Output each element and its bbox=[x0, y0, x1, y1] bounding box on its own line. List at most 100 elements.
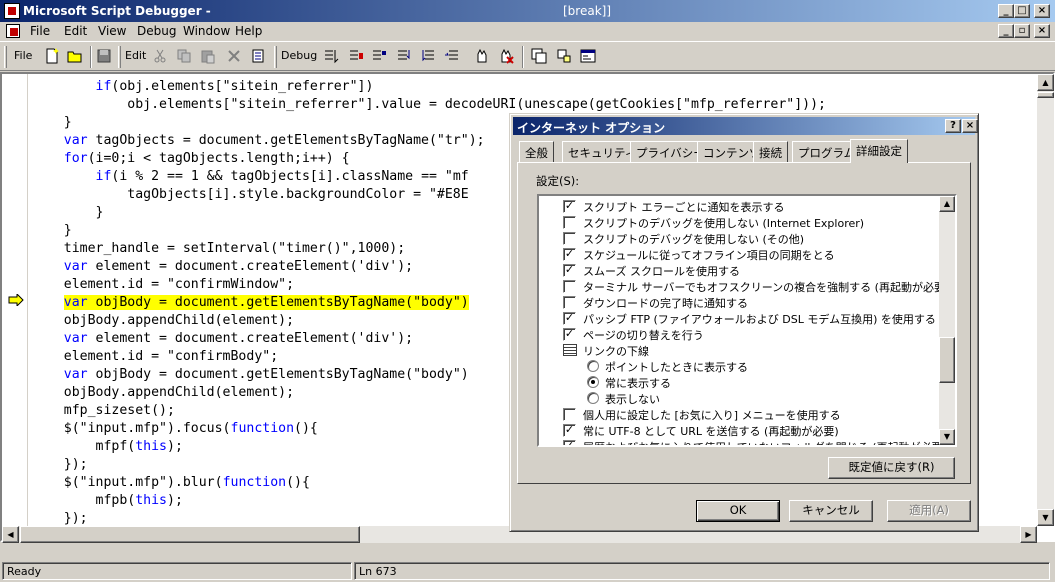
settings-item-label: ターミナル サーバーでもオフスクリーンの複合を強制する (再起動が必要) bbox=[583, 281, 950, 294]
settings-item[interactable]: ✓ スムーズ スクロールを使用する bbox=[543, 262, 941, 278]
open-folder-icon[interactable] bbox=[67, 48, 83, 64]
menu-debug[interactable]: Debug bbox=[137, 24, 176, 38]
breakpoint-gutter[interactable] bbox=[2, 74, 28, 542]
toolbar-grip[interactable] bbox=[274, 46, 277, 68]
code-line[interactable]: obj.elements["sitein_referrer"].value = … bbox=[32, 96, 1032, 114]
settings-item[interactable]: スクリプトのデバッグを使用しない (Internet Explorer) bbox=[543, 214, 941, 230]
restore-defaults-button[interactable]: 既定値に戻す(R) bbox=[828, 457, 955, 479]
settings-item[interactable]: ダウンロードの完了時に通知する bbox=[543, 294, 941, 310]
checkbox-checked[interactable]: ✓ bbox=[563, 264, 576, 277]
copy-icon[interactable] bbox=[176, 48, 192, 64]
code-keyword: if bbox=[95, 79, 112, 94]
settings-list[interactable]: ✓ スクリプト エラーごとに通知を表示する スクリプトのデバッグを使用しない (In… bbox=[537, 194, 957, 447]
running-documents-icon[interactable] bbox=[531, 48, 547, 64]
menu-view[interactable]: View bbox=[98, 24, 126, 38]
checkbox-checked[interactable]: ✓ bbox=[563, 328, 576, 341]
settings-scroll-up-button[interactable]: ▲ bbox=[939, 196, 955, 212]
settings-item[interactable]: ターミナル サーバーでもオフスクリーンの複合を強制する (再起動が必要) bbox=[543, 278, 949, 294]
settings-item[interactable]: ✓ 常に UTF-8 として URL を送信する (再起動が必要) bbox=[543, 422, 941, 438]
code-line[interactable]: if(obj.elements["sitein_referrer"]) bbox=[32, 78, 1032, 96]
paste-icon[interactable] bbox=[200, 48, 216, 64]
toolbar-grip[interactable] bbox=[118, 46, 121, 68]
clear-breakpoints-icon[interactable] bbox=[498, 48, 514, 64]
doc-minimize-button[interactable]: _ bbox=[998, 24, 1014, 38]
settings-scrollbar[interactable]: ▲ ▼ bbox=[939, 196, 955, 445]
checkbox-unchecked[interactable] bbox=[563, 232, 576, 245]
settings-scroll-thumb[interactable] bbox=[939, 337, 955, 383]
step-over-icon[interactable] bbox=[420, 48, 436, 64]
command-window-icon[interactable] bbox=[580, 48, 596, 64]
settings-item[interactable]: スクリプトのデバッグを使用しない (その他) bbox=[543, 230, 941, 246]
hscroll-thumb[interactable] bbox=[20, 526, 360, 543]
doc-restore-button[interactable]: ▫ bbox=[1014, 24, 1030, 38]
apply-button[interactable]: 適用(A) bbox=[887, 500, 971, 522]
settings-item[interactable]: ✓ スクリプト エラーごとに通知を表示する bbox=[543, 198, 941, 214]
menu-window[interactable]: Window bbox=[183, 24, 230, 38]
cut-icon[interactable] bbox=[152, 48, 168, 64]
checkbox-unchecked[interactable] bbox=[563, 216, 576, 229]
tab-advanced[interactable]: 詳細設定 bbox=[850, 139, 908, 163]
dialog-close-button[interactable]: × bbox=[962, 119, 978, 133]
stop-debugging-icon[interactable] bbox=[371, 48, 387, 64]
radio-selected[interactable] bbox=[587, 376, 599, 388]
settings-item-label: ポイントしたときに表示する bbox=[605, 361, 748, 374]
scroll-up-button[interactable]: ▲ bbox=[1037, 74, 1054, 91]
code-text: (){ bbox=[286, 475, 310, 490]
cancel-button[interactable]: キャンセル bbox=[789, 500, 873, 522]
code-text: mfpf( bbox=[95, 439, 136, 454]
settings-item[interactable]: リンクの下線 bbox=[543, 342, 941, 358]
checkbox-checked[interactable]: ✓ bbox=[563, 200, 576, 213]
settings-item[interactable]: ✓ ページの切り替えを行う bbox=[543, 326, 941, 342]
settings-scroll-down-button[interactable]: ▼ bbox=[939, 429, 955, 445]
settings-item[interactable]: 表示しない bbox=[543, 390, 941, 406]
settings-item[interactable]: ポイントしたときに表示する bbox=[543, 358, 941, 374]
break-at-next-icon[interactable] bbox=[348, 48, 364, 64]
code-text: element = document.createElement('div'); bbox=[87, 331, 414, 346]
settings-item[interactable]: ✓ パッシブ FTP (ファイアウォールおよび DSL モデム互換用) を使用する bbox=[543, 310, 941, 326]
settings-item-label: ダウンロードの完了時に通知する bbox=[583, 297, 748, 310]
call-stack-icon[interactable] bbox=[556, 48, 572, 64]
doc-close-button[interactable]: × bbox=[1034, 24, 1050, 38]
close-button[interactable]: × bbox=[1034, 4, 1050, 18]
scroll-down-button[interactable]: ▼ bbox=[1037, 509, 1054, 526]
scroll-right-button[interactable]: ▶ bbox=[1020, 526, 1037, 543]
save-icon[interactable] bbox=[96, 48, 112, 64]
settings-item[interactable]: 個人用に設定した [お気に入り] メニューを使用する bbox=[543, 406, 941, 422]
settings-item[interactable]: ✓ 履歴およびお気に入りで使用していないフォルダを閉じる (再起動が必要) bbox=[543, 438, 947, 445]
tab-connections[interactable]: 接続 bbox=[753, 141, 788, 162]
checkbox-checked[interactable]: ✓ bbox=[563, 312, 576, 325]
document-icon[interactable] bbox=[6, 24, 20, 38]
step-out-icon[interactable] bbox=[444, 48, 460, 64]
help-button[interactable]: ? bbox=[945, 119, 961, 133]
checkbox-checked[interactable]: ✓ bbox=[563, 440, 576, 445]
radio-unselected[interactable] bbox=[587, 392, 599, 404]
toolbar-grip[interactable] bbox=[4, 46, 7, 68]
run-icon[interactable] bbox=[323, 48, 339, 64]
settings-item[interactable]: 常に表示する bbox=[543, 374, 941, 390]
settings-item[interactable]: ✓ スケジュールに従ってオフライン項目の同期をとる bbox=[543, 246, 941, 262]
checkbox-checked[interactable]: ✓ bbox=[563, 424, 576, 437]
menu-file[interactable]: File bbox=[30, 24, 50, 38]
checkbox-unchecked[interactable] bbox=[563, 280, 576, 293]
vertical-scrollbar[interactable]: ▲ ▼ bbox=[1037, 74, 1054, 526]
settings-item-label: ページの切り替えを行う bbox=[583, 329, 704, 342]
checkbox-unchecked[interactable] bbox=[563, 296, 576, 309]
ok-button[interactable]: OK bbox=[696, 500, 780, 522]
debugger-app-icon[interactable] bbox=[4, 3, 20, 19]
menu-edit[interactable]: Edit bbox=[64, 24, 87, 38]
minimize-button[interactable]: _ bbox=[998, 4, 1014, 18]
tab-general[interactable]: 全般 bbox=[519, 141, 554, 162]
dialog-title-bar[interactable]: インターネット オプション ? × bbox=[513, 117, 978, 135]
checkbox-checked[interactable]: ✓ bbox=[563, 248, 576, 261]
new-file-icon[interactable] bbox=[44, 48, 60, 64]
properties-icon[interactable] bbox=[250, 48, 266, 64]
scroll-thumb[interactable] bbox=[1037, 92, 1054, 98]
step-into-icon[interactable] bbox=[396, 48, 412, 64]
menu-help[interactable]: Help bbox=[235, 24, 262, 38]
radio-unselected[interactable] bbox=[587, 360, 599, 372]
delete-icon[interactable] bbox=[226, 48, 242, 64]
maximize-button[interactable]: □ bbox=[1014, 4, 1030, 18]
scroll-left-button[interactable]: ◀ bbox=[2, 526, 19, 543]
toggle-breakpoint-icon[interactable] bbox=[474, 48, 490, 64]
checkbox-unchecked[interactable] bbox=[563, 408, 576, 421]
